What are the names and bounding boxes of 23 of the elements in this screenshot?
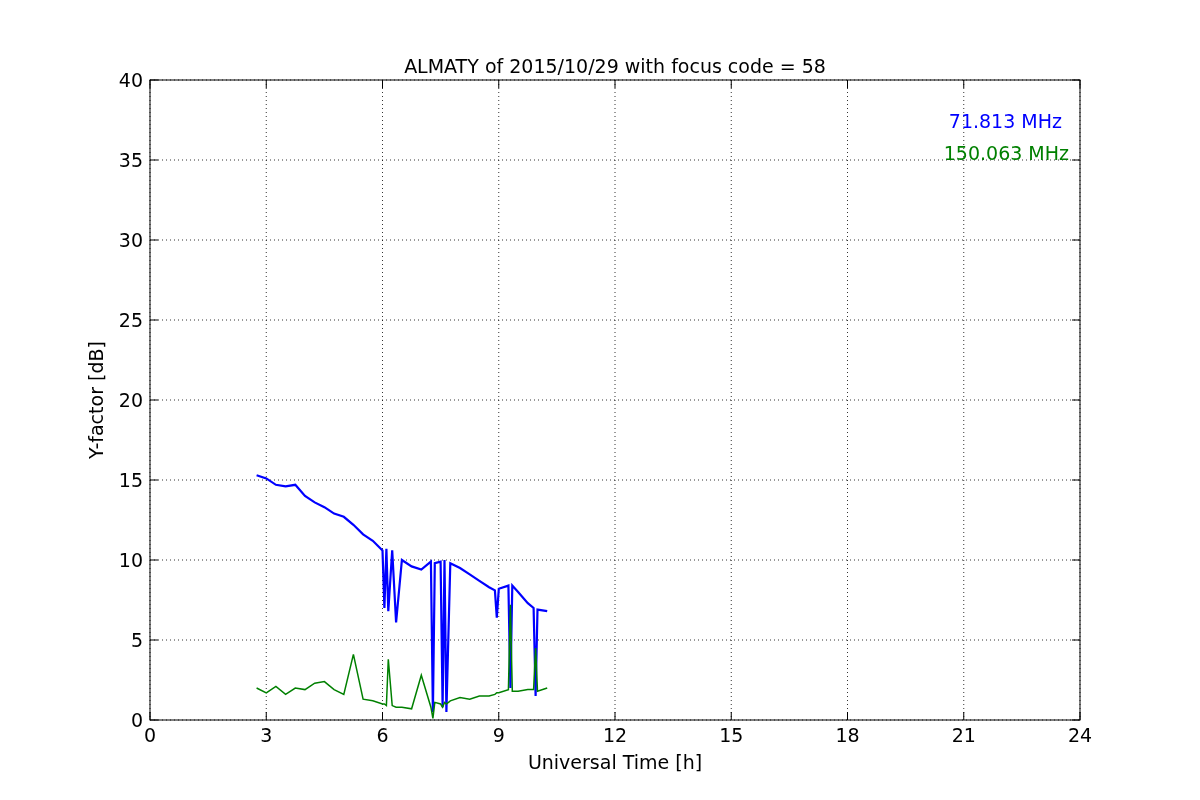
legend-label: 150.063 MHz — [943, 142, 1069, 164]
tick-label: 10 — [118, 549, 143, 571]
legend-label: 71.813 MHz — [948, 110, 1062, 132]
tick-label: 40 — [118, 69, 143, 91]
tick-label: 15 — [118, 469, 143, 491]
tick-label: 5 — [130, 629, 143, 651]
y-axis-label: Y-factor [dB] — [85, 341, 107, 459]
tick-label: 12 — [602, 724, 628, 746]
tick-label: 24 — [1067, 724, 1093, 746]
tick-label: 3 — [260, 724, 273, 746]
chart-title: ALMATY of 2015/10/29 with focus code = 58 — [404, 55, 826, 77]
tick-label: 18 — [835, 724, 860, 746]
tick-label: 30 — [118, 229, 143, 251]
tick-label: 0 — [143, 724, 157, 746]
tick-label: 25 — [118, 309, 143, 331]
tick-label: 9 — [492, 724, 505, 746]
tick-label: 35 — [118, 149, 143, 171]
tick-label: 0 — [130, 709, 143, 731]
tick-label: 20 — [118, 389, 143, 411]
tick-label: 6 — [376, 724, 389, 746]
tick-label: 21 — [951, 724, 976, 746]
x-axis-label: Universal Time [h] — [527, 751, 703, 773]
tick-label: 15 — [719, 724, 744, 746]
